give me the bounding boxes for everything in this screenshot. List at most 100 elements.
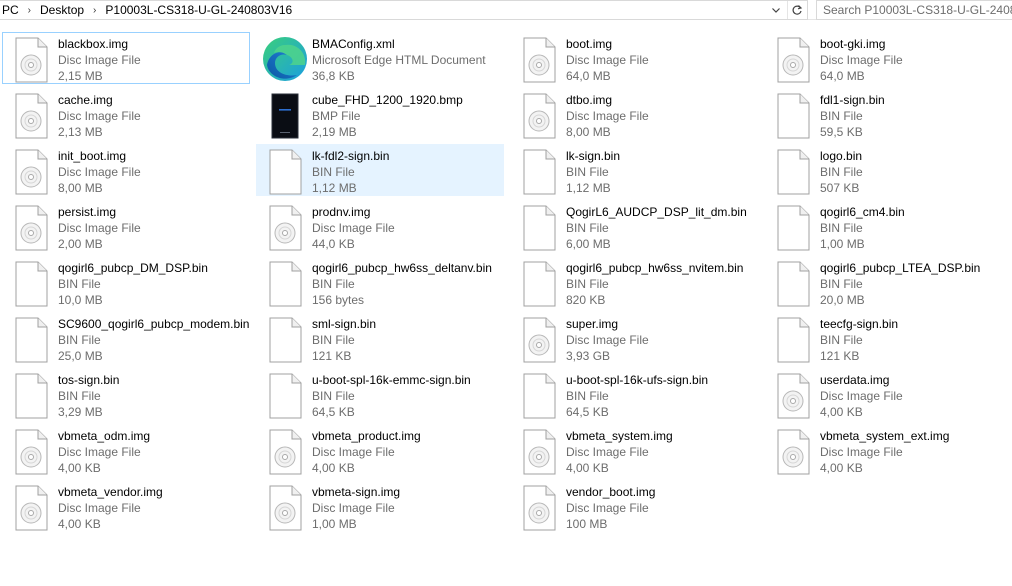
file-type: BIN File — [58, 277, 101, 291]
file-size: 64,5 KB — [312, 405, 355, 419]
file-size: 820 KB — [566, 293, 606, 307]
file-size: 2,00 MB — [58, 237, 103, 251]
file-name: lk-sign.bin — [566, 149, 621, 163]
file-type: BIN File — [566, 165, 609, 179]
file-tile[interactable]: cube_FHD_1200_1920.bmp BMP File 2,19 MB — [256, 88, 504, 140]
breadcrumb-current-folder[interactable]: P10003L-CS318-U-GL-240803V16 — [103, 3, 294, 17]
file-type: Disc Image File — [566, 333, 649, 347]
breadcrumb-pc[interactable]: PC — [0, 3, 21, 17]
file-tile[interactable]: teecfg-sign.bin BIN File 121 KB — [764, 312, 1012, 364]
file-tile[interactable]: SC9600_qogirl6_pubcp_modem.bin BIN File … — [2, 312, 250, 364]
file-name: qogirl6_pubcp_hw6ss_deltanv.bin — [312, 261, 492, 275]
file-type: Disc Image File — [58, 53, 141, 67]
file-size: 1,12 MB — [566, 181, 611, 195]
file-tile[interactable]: vbmeta_odm.img Disc Image File 4,00 KB — [2, 424, 250, 476]
breadcrumb-desktop[interactable]: Desktop — [38, 3, 86, 17]
file-size: 4,00 KB — [312, 461, 355, 475]
file-name: u-boot-spl-16k-ufs-sign.bin — [566, 373, 709, 387]
file-tile[interactable]: dtbo.img Disc Image File 8,00 MB — [510, 88, 758, 140]
file-tile[interactable]: cache.img Disc Image File 2,13 MB — [2, 88, 250, 140]
file-tile[interactable]: qogirl6_pubcp_DM_DSP.bin BIN File 10,0 M… — [2, 256, 250, 308]
file-name: qogirl6_pubcp_hw6ss_nvitem.bin — [566, 261, 744, 275]
file-tile[interactable]: fdl1-sign.bin BIN File 59,5 KB — [764, 88, 1012, 140]
file-tile[interactable]: vbmeta_system.img Disc Image File 4,00 K… — [510, 424, 758, 476]
address-toolbar: PC › Desktop › P10003L-CS318-U-GL-240803… — [0, 0, 1012, 20]
search-box[interactable]: Search P10003L-CS318-U-GL-240803V16 — [816, 0, 1012, 20]
file-name: boot-gki.img — [820, 37, 886, 51]
search-input[interactable]: Search P10003L-CS318-U-GL-240803V16 — [823, 3, 1012, 17]
file-name: SC9600_qogirl6_pubcp_modem.bin — [58, 317, 250, 331]
file-tile[interactable]: qogirl6_pubcp_hw6ss_deltanv.bin BIN File… — [256, 256, 504, 308]
file-type: Microsoft Edge HTML Document — [312, 53, 486, 67]
file-size: 64,5 KB — [566, 405, 609, 419]
file-size: 4,00 KB — [58, 461, 101, 475]
generic-file-icon — [267, 373, 303, 419]
file-size: 36,8 KB — [312, 69, 355, 83]
file-tile[interactable]: u-boot-spl-16k-ufs-sign.bin BIN File 64,… — [510, 368, 758, 420]
file-size: 2,15 MB — [58, 69, 103, 83]
file-name: userdata.img — [820, 373, 890, 387]
address-history-chevron-down-icon[interactable] — [767, 1, 785, 19]
file-tile[interactable]: u-boot-spl-16k-emmc-sign.bin BIN File 64… — [256, 368, 504, 420]
file-type: Disc Image File — [566, 53, 649, 67]
disc-image-icon — [13, 93, 49, 139]
file-size: 4,00 KB — [566, 461, 609, 475]
file-name: BMAConfig.xml — [312, 37, 395, 51]
file-tile[interactable]: tos-sign.bin BIN File 3,29 MB — [2, 368, 250, 420]
file-name: qogirl6_cm4.bin — [820, 205, 905, 219]
file-tile[interactable]: boot.img Disc Image File 64,0 MB — [510, 32, 758, 84]
breadcrumb-separator-icon[interactable]: › — [86, 5, 103, 16]
file-type: Disc Image File — [58, 221, 141, 235]
file-size: 507 KB — [820, 181, 860, 195]
file-tile[interactable]: qogirl6_pubcp_hw6ss_nvitem.bin BIN File … — [510, 256, 758, 308]
file-size: 3,29 MB — [58, 405, 103, 419]
generic-file-icon — [775, 149, 811, 195]
file-tile[interactable]: vbmeta_product.img Disc Image File 4,00 … — [256, 424, 504, 476]
file-size: 64,0 MB — [566, 69, 611, 83]
file-name: u-boot-spl-16k-emmc-sign.bin — [312, 373, 471, 387]
file-size: 6,00 MB — [566, 237, 611, 251]
file-tile[interactable]: persist.img Disc Image File 2,00 MB — [2, 200, 250, 252]
generic-file-icon — [521, 261, 557, 307]
file-tile[interactable]: init_boot.img Disc Image File 8,00 MB — [2, 144, 250, 196]
generic-file-icon — [521, 205, 557, 251]
file-tile[interactable]: vbmeta-sign.img Disc Image File 1,00 MB — [256, 480, 504, 532]
file-tile[interactable]: QogirL6_AUDCP_DSP_lit_dm.bin BIN File 6,… — [510, 200, 758, 252]
generic-file-icon — [521, 373, 557, 419]
generic-file-icon — [521, 149, 557, 195]
file-type: BIN File — [566, 277, 609, 291]
file-name: vbmeta_product.img — [312, 429, 421, 443]
disc-image-icon — [521, 37, 557, 83]
file-type: BIN File — [58, 389, 101, 403]
file-tile[interactable]: qogirl6_cm4.bin BIN File 1,00 MB — [764, 200, 1012, 252]
file-size: 64,0 MB — [820, 69, 865, 83]
file-tile[interactable]: boot-gki.img Disc Image File 64,0 MB — [764, 32, 1012, 84]
file-tile[interactable]: BMAConfig.xml Microsoft Edge HTML Docume… — [256, 32, 504, 84]
file-type: BIN File — [312, 165, 355, 179]
file-tile[interactable]: lk-sign.bin BIN File 1,12 MB — [510, 144, 758, 196]
file-name: vbmeta_system_ext.img — [820, 429, 950, 443]
file-tile[interactable]: sml-sign.bin BIN File 121 KB — [256, 312, 504, 364]
file-name: cube_FHD_1200_1920.bmp — [312, 93, 463, 107]
file-tile[interactable]: userdata.img Disc Image File 4,00 KB — [764, 368, 1012, 420]
file-size: 4,00 KB — [820, 405, 863, 419]
file-type: Disc Image File — [820, 389, 903, 403]
file-tile[interactable]: vendor_boot.img Disc Image File 100 MB — [510, 480, 758, 532]
file-tile[interactable]: vbmeta_system_ext.img Disc Image File 4,… — [764, 424, 1012, 476]
file-size: 10,0 MB — [58, 293, 103, 307]
file-tile[interactable]: qogirl6_pubcp_LTEA_DSP.bin BIN File 20,0… — [764, 256, 1012, 308]
file-name: fdl1-sign.bin — [820, 93, 885, 107]
address-bar[interactable]: PC › Desktop › P10003L-CS318-U-GL-240803… — [0, 0, 808, 20]
file-tile[interactable]: prodnv.img Disc Image File 44,0 KB — [256, 200, 504, 252]
file-size: 100 MB — [566, 517, 608, 531]
file-tile[interactable]: lk-fdl2-sign.bin BIN File 1,12 MB — [256, 144, 504, 196]
refresh-icon[interactable] — [787, 1, 805, 19]
file-name: lk-fdl2-sign.bin — [312, 149, 390, 163]
file-tile[interactable]: super.img Disc Image File 3,93 GB — [510, 312, 758, 364]
file-tile[interactable]: logo.bin BIN File 507 KB — [764, 144, 1012, 196]
breadcrumb-separator-icon[interactable]: › — [21, 5, 38, 16]
file-tile[interactable]: blackbox.img Disc Image File 2,15 MB — [2, 32, 250, 84]
file-tile[interactable]: vbmeta_vendor.img Disc Image File 4,00 K… — [2, 480, 250, 532]
disc-image-icon — [267, 205, 303, 251]
file-name: qogirl6_pubcp_LTEA_DSP.bin — [820, 261, 981, 275]
